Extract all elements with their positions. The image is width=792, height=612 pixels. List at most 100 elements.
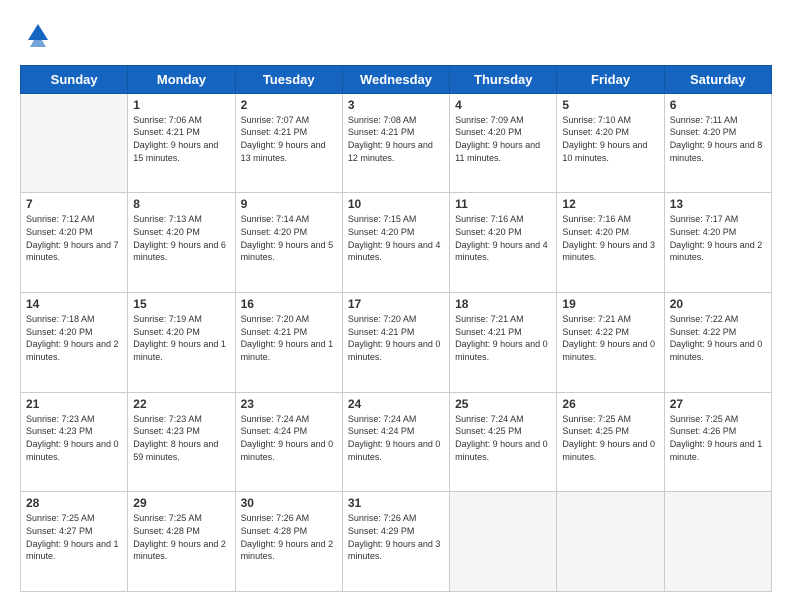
day-number: 2: [241, 98, 337, 112]
day-cell: 16Sunrise: 7:20 AMSunset: 4:21 PMDayligh…: [235, 293, 342, 393]
day-cell: 23Sunrise: 7:24 AMSunset: 4:24 PMDayligh…: [235, 392, 342, 492]
day-info: Sunrise: 7:20 AMSunset: 4:21 PMDaylight:…: [348, 313, 444, 363]
day-info: Sunrise: 7:06 AMSunset: 4:21 PMDaylight:…: [133, 114, 229, 164]
day-number: 13: [670, 197, 766, 211]
day-info: Sunrise: 7:25 AMSunset: 4:27 PMDaylight:…: [26, 512, 122, 562]
day-header-thursday: Thursday: [450, 65, 557, 93]
day-number: 8: [133, 197, 229, 211]
header: [20, 20, 772, 53]
day-header-sunday: Sunday: [21, 65, 128, 93]
day-info: Sunrise: 7:22 AMSunset: 4:22 PMDaylight:…: [670, 313, 766, 363]
day-number: 4: [455, 98, 551, 112]
day-cell: 29 Sunrise: 7:25 AMSunset: 4:28 PMDayligh…: [128, 492, 235, 592]
day-number: 20: [670, 297, 766, 311]
day-number: 30: [241, 496, 337, 510]
day-info: Sunrise: 7:23 AMSunset: 4:23 PMDaylight:…: [26, 413, 122, 463]
day-number: 14: [26, 297, 122, 311]
day-info: Sunrise: 7:12 AMSunset: 4:20 PMDaylight:…: [26, 213, 122, 263]
day-info: Sunrise: 7:11 AMSunset: 4:20 PMDaylight:…: [670, 114, 766, 164]
day-cell: [450, 492, 557, 592]
day-number: 10: [348, 197, 444, 211]
day-number: 27: [670, 397, 766, 411]
day-number: 6: [670, 98, 766, 112]
day-number: 17: [348, 297, 444, 311]
day-cell: 15Sunrise: 7:19 AMSunset: 4:20 PMDayligh…: [128, 293, 235, 393]
day-header-wednesday: Wednesday: [342, 65, 449, 93]
day-cell: 14 Sunrise: 7:18 AMSunset: 4:20 PMDayligh…: [21, 293, 128, 393]
day-cell: 5 Sunrise: 7:10 AMSunset: 4:20 PMDaylight…: [557, 93, 664, 193]
day-cell: [21, 93, 128, 193]
header-row: SundayMondayTuesdayWednesdayThursdayFrid…: [21, 65, 772, 93]
week-row-4: 28 Sunrise: 7:25 AMSunset: 4:27 PMDayligh…: [21, 492, 772, 592]
day-cell: [664, 492, 771, 592]
week-row-2: 14 Sunrise: 7:18 AMSunset: 4:20 PMDayligh…: [21, 293, 772, 393]
day-cell: 25Sunrise: 7:24 AMSunset: 4:25 PMDayligh…: [450, 392, 557, 492]
day-info: Sunrise: 7:20 AMSunset: 4:21 PMDaylight:…: [241, 313, 337, 363]
day-header-monday: Monday: [128, 65, 235, 93]
day-info: Sunrise: 7:16 AMSunset: 4:20 PMDaylight:…: [455, 213, 551, 263]
day-number: 18: [455, 297, 551, 311]
day-number: 24: [348, 397, 444, 411]
day-info: Sunrise: 7:07 AMSunset: 4:21 PMDaylight:…: [241, 114, 337, 164]
week-row-3: 21 Sunrise: 7:23 AMSunset: 4:23 PMDayligh…: [21, 392, 772, 492]
day-header-saturday: Saturday: [664, 65, 771, 93]
logo: [20, 20, 52, 53]
week-row-1: 7 Sunrise: 7:12 AMSunset: 4:20 PMDaylight…: [21, 193, 772, 293]
day-header-tuesday: Tuesday: [235, 65, 342, 93]
day-number: 1: [133, 98, 229, 112]
day-info: Sunrise: 7:25 AMSunset: 4:25 PMDaylight:…: [562, 413, 658, 463]
calendar-page: SundayMondayTuesdayWednesdayThursdayFrid…: [0, 0, 792, 612]
day-number: 21: [26, 397, 122, 411]
day-cell: 10 Sunrise: 7:15 AMSunset: 4:20 PMDayligh…: [342, 193, 449, 293]
day-number: 25: [455, 397, 551, 411]
day-number: 29: [133, 496, 229, 510]
day-number: 9: [241, 197, 337, 211]
day-cell: 27 Sunrise: 7:25 AMSunset: 4:26 PMDayligh…: [664, 392, 771, 492]
day-number: 11: [455, 197, 551, 211]
day-cell: 28 Sunrise: 7:25 AMSunset: 4:27 PMDayligh…: [21, 492, 128, 592]
week-row-0: 1 Sunrise: 7:06 AMSunset: 4:21 PMDaylight…: [21, 93, 772, 193]
day-number: 22: [133, 397, 229, 411]
day-cell: 18 Sunrise: 7:21 AMSunset: 4:21 PMDayligh…: [450, 293, 557, 393]
day-cell: 2 Sunrise: 7:07 AMSunset: 4:21 PMDaylight…: [235, 93, 342, 193]
day-info: Sunrise: 7:18 AMSunset: 4:20 PMDaylight:…: [26, 313, 122, 363]
day-cell: 30Sunrise: 7:26 AMSunset: 4:28 PMDayligh…: [235, 492, 342, 592]
day-number: 26: [562, 397, 658, 411]
day-info: Sunrise: 7:09 AMSunset: 4:20 PMDaylight:…: [455, 114, 551, 164]
day-number: 19: [562, 297, 658, 311]
day-cell: 7 Sunrise: 7:12 AMSunset: 4:20 PMDaylight…: [21, 193, 128, 293]
day-info: Sunrise: 7:15 AMSunset: 4:20 PMDaylight:…: [348, 213, 444, 263]
day-cell: 12Sunrise: 7:16 AMSunset: 4:20 PMDayligh…: [557, 193, 664, 293]
day-info: Sunrise: 7:21 AMSunset: 4:22 PMDaylight:…: [562, 313, 658, 363]
calendar-table: SundayMondayTuesdayWednesdayThursdayFrid…: [20, 65, 772, 592]
day-cell: 19 Sunrise: 7:21 AMSunset: 4:22 PMDayligh…: [557, 293, 664, 393]
day-cell: 11 Sunrise: 7:16 AMSunset: 4:20 PMDayligh…: [450, 193, 557, 293]
day-info: Sunrise: 7:26 AMSunset: 4:29 PMDaylight:…: [348, 512, 444, 562]
day-number: 5: [562, 98, 658, 112]
day-info: Sunrise: 7:13 AMSunset: 4:20 PMDaylight:…: [133, 213, 229, 263]
day-number: 7: [26, 197, 122, 211]
day-info: Sunrise: 7:10 AMSunset: 4:20 PMDaylight:…: [562, 114, 658, 164]
day-cell: 9 Sunrise: 7:14 AMSunset: 4:20 PMDaylight…: [235, 193, 342, 293]
day-cell: 8 Sunrise: 7:13 AMSunset: 4:20 PMDaylight…: [128, 193, 235, 293]
day-info: Sunrise: 7:17 AMSunset: 4:20 PMDaylight:…: [670, 213, 766, 263]
day-number: 15: [133, 297, 229, 311]
day-number: 28: [26, 496, 122, 510]
day-info: Sunrise: 7:14 AMSunset: 4:20 PMDaylight:…: [241, 213, 337, 263]
calendar-header: SundayMondayTuesdayWednesdayThursdayFrid…: [21, 65, 772, 93]
day-cell: 21 Sunrise: 7:23 AMSunset: 4:23 PMDayligh…: [21, 392, 128, 492]
logo-icon: [24, 20, 52, 48]
day-cell: 3Sunrise: 7:08 AMSunset: 4:21 PMDaylight…: [342, 93, 449, 193]
day-info: Sunrise: 7:16 AMSunset: 4:20 PMDaylight:…: [562, 213, 658, 263]
day-cell: [557, 492, 664, 592]
day-cell: 13 Sunrise: 7:17 AMSunset: 4:20 PMDayligh…: [664, 193, 771, 293]
day-cell: 17 Sunrise: 7:20 AMSunset: 4:21 PMDayligh…: [342, 293, 449, 393]
day-cell: 20 Sunrise: 7:22 AMSunset: 4:22 PMDayligh…: [664, 293, 771, 393]
day-number: 31: [348, 496, 444, 510]
day-cell: 4 Sunrise: 7:09 AMSunset: 4:20 PMDaylight…: [450, 93, 557, 193]
day-number: 23: [241, 397, 337, 411]
day-info: Sunrise: 7:25 AMSunset: 4:28 PMDaylight:…: [133, 512, 229, 562]
day-header-friday: Friday: [557, 65, 664, 93]
day-info: Sunrise: 7:25 AMSunset: 4:26 PMDaylight:…: [670, 413, 766, 463]
day-info: Sunrise: 7:21 AMSunset: 4:21 PMDaylight:…: [455, 313, 551, 363]
